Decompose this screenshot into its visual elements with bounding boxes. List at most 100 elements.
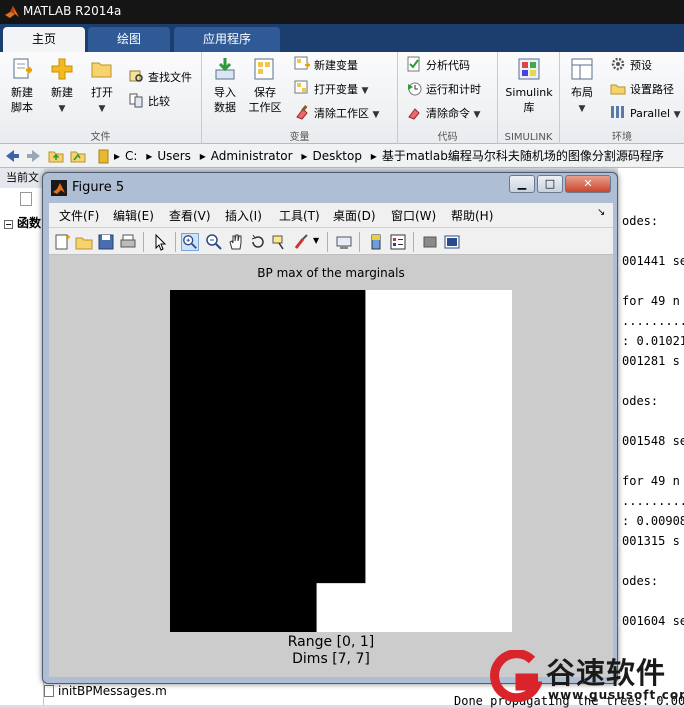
image-plot[interactable] <box>170 290 512 632</box>
menu-insert[interactable]: 插入(I) <box>225 207 262 224</box>
watermark-url: www.gususoft.com <box>548 688 684 702</box>
open-file-icon[interactable] <box>75 233 93 251</box>
open-label: 打开 <box>91 86 113 99</box>
breadcrumb-segment[interactable]: 基于matlab编程马尔科夫随机场的图像分割源码程序 <box>382 149 664 163</box>
layout-button[interactable]: 布局 ▼ <box>564 56 600 117</box>
clear-commands-button[interactable]: 清除命令 ▼ <box>406 104 480 124</box>
collapse-icon[interactable]: − <box>4 220 13 229</box>
clear-workspace-caret[interactable]: ▼ <box>373 110 380 120</box>
tab-home[interactable]: 主页 <box>3 27 85 52</box>
hide-plot-tools-icon[interactable] <box>421 233 439 251</box>
new-button[interactable]: 新建 ▼ <box>44 56 80 117</box>
analyze-code-button[interactable]: 分析代码 <box>406 56 470 76</box>
run-and-time-button[interactable]: 运行和计时 <box>406 80 481 100</box>
new-figure-icon[interactable] <box>53 233 71 251</box>
print-icon[interactable] <box>119 233 137 251</box>
legend-icon[interactable] <box>389 233 407 251</box>
dock-arrow-icon[interactable]: ↘ <box>597 207 605 218</box>
image-pixel <box>365 485 415 535</box>
tab-apps[interactable]: 应用程序 <box>174 27 280 52</box>
zoom-in-icon[interactable] <box>181 233 199 251</box>
open-folder-icon <box>91 62 112 78</box>
menu-edit[interactable]: 编辑(E) <box>113 207 154 224</box>
data-cursor-icon[interactable] <box>271 233 289 251</box>
link-plot-icon[interactable] <box>335 233 353 251</box>
new-dropdown-caret[interactable]: ▼ <box>59 104 66 114</box>
colorbar-icon[interactable] <box>367 233 385 251</box>
open-button[interactable]: 打开 ▼ <box>84 56 120 117</box>
image-pixel <box>218 485 269 535</box>
brush-icon[interactable] <box>293 233 311 251</box>
save-workspace-button[interactable]: 保存 工作区 <box>246 56 284 115</box>
clear-commands-caret[interactable]: ▼ <box>474 110 481 120</box>
image-pixel <box>365 290 415 340</box>
current-folder-panel: 当前文 − 函数 <box>0 168 44 705</box>
pointer-icon[interactable] <box>151 233 169 251</box>
clear-workspace-button[interactable]: 清除工作区 ▼ <box>294 104 379 124</box>
new-script-button[interactable]: 新建 脚本 <box>4 56 40 115</box>
forward-arrow-icon[interactable] <box>26 148 42 164</box>
image-pixel <box>218 583 269 632</box>
maximize-button[interactable]: □ <box>537 175 563 193</box>
breadcrumb-segment[interactable]: C: <box>125 149 137 163</box>
menu-tools[interactable]: 工具(T) <box>279 207 320 224</box>
minimize-button[interactable]: ▁ <box>509 175 535 193</box>
import-data-icon <box>215 58 235 80</box>
image-pixel <box>316 387 366 438</box>
tab-plots[interactable]: 绘图 <box>88 27 170 52</box>
breadcrumb-segment[interactable]: Desktop <box>312 149 362 163</box>
image-pixel <box>463 290 512 340</box>
figure-window: Figure 5 ▁ □ ✕ 文件(F) 编辑(E) 查看(V) 插入(I) 工… <box>42 172 618 684</box>
image-pixel <box>414 436 464 486</box>
new-variable-button[interactable]: 新建变量 <box>294 56 358 76</box>
menu-desktop[interactable]: 桌面(D) <box>333 207 376 224</box>
layout-label: 布局 <box>571 86 593 99</box>
compare-button[interactable]: 比较 <box>128 92 170 112</box>
functions-section[interactable]: − 函数 <box>4 214 41 231</box>
code-section-label: 代码 <box>437 132 458 143</box>
browse-folder-icon[interactable] <box>70 148 86 164</box>
environment-section-label: 环境 <box>612 132 632 143</box>
menu-window[interactable]: 窗口(W) <box>391 207 436 224</box>
back-arrow-icon[interactable] <box>4 148 20 164</box>
image-pixel <box>170 583 220 632</box>
find-files-button[interactable]: 查找文件 <box>128 68 192 88</box>
up-folder-icon[interactable] <box>48 148 64 164</box>
simulink-library-button[interactable]: Simulink 库 <box>502 56 556 115</box>
command-window[interactable]: odes: 001441 se for 49 n ......... : 0.0… <box>618 168 684 705</box>
layout-caret[interactable]: ▼ <box>579 104 586 114</box>
zoom-out-icon[interactable] <box>205 233 223 251</box>
save-figure-icon[interactable] <box>97 233 115 251</box>
breadcrumb-separator: ▸ <box>370 149 377 163</box>
figure-title-bar[interactable]: Figure 5 ▁ □ ✕ <box>43 173 617 203</box>
image-pixel <box>414 534 464 584</box>
simulink-library-label: Simulink 库 <box>505 86 553 114</box>
open-variable-button[interactable]: 打开变量 ▼ <box>294 80 368 100</box>
menu-file[interactable]: 文件(F) <box>59 207 99 224</box>
show-plot-tools-icon[interactable] <box>443 233 461 251</box>
open-variable-icon <box>294 80 308 94</box>
image-pixel <box>316 338 366 389</box>
close-button[interactable]: ✕ <box>565 175 611 193</box>
parallel-caret[interactable]: ▼ <box>674 110 681 120</box>
menu-view[interactable]: 查看(V) <box>169 207 211 224</box>
figure-canvas[interactable]: BP max of the marginals Range [0, 1] Dim… <box>49 255 613 677</box>
open-dropdown-caret[interactable]: ▼ <box>99 104 106 114</box>
breadcrumb-segment[interactable]: Users <box>157 149 191 163</box>
open-variable-caret[interactable]: ▼ <box>362 86 369 96</box>
breadcrumb-separator: ▸ <box>146 149 153 163</box>
pan-hand-icon[interactable] <box>227 233 245 251</box>
find-files-label: 查找文件 <box>148 71 192 84</box>
image-pixel <box>463 485 512 535</box>
breadcrumb-segment[interactable]: Administrator <box>211 149 293 163</box>
preferences-button[interactable]: 预设 <box>610 56 652 76</box>
brush-dropdown-caret[interactable]: ▼ <box>313 236 319 245</box>
command-line: for 49 n <box>622 294 680 308</box>
rotate-3d-icon[interactable] <box>249 233 267 251</box>
menu-help[interactable]: 帮助(H) <box>451 207 493 224</box>
parallel-button[interactable]: Parallel ▼ <box>610 104 681 124</box>
set-path-button[interactable]: 设置路径 <box>610 80 674 100</box>
image-pixel <box>267 290 318 340</box>
import-data-button[interactable]: 导入 数据 <box>206 56 244 115</box>
clear-workspace-label: 清除工作区 <box>314 107 369 120</box>
